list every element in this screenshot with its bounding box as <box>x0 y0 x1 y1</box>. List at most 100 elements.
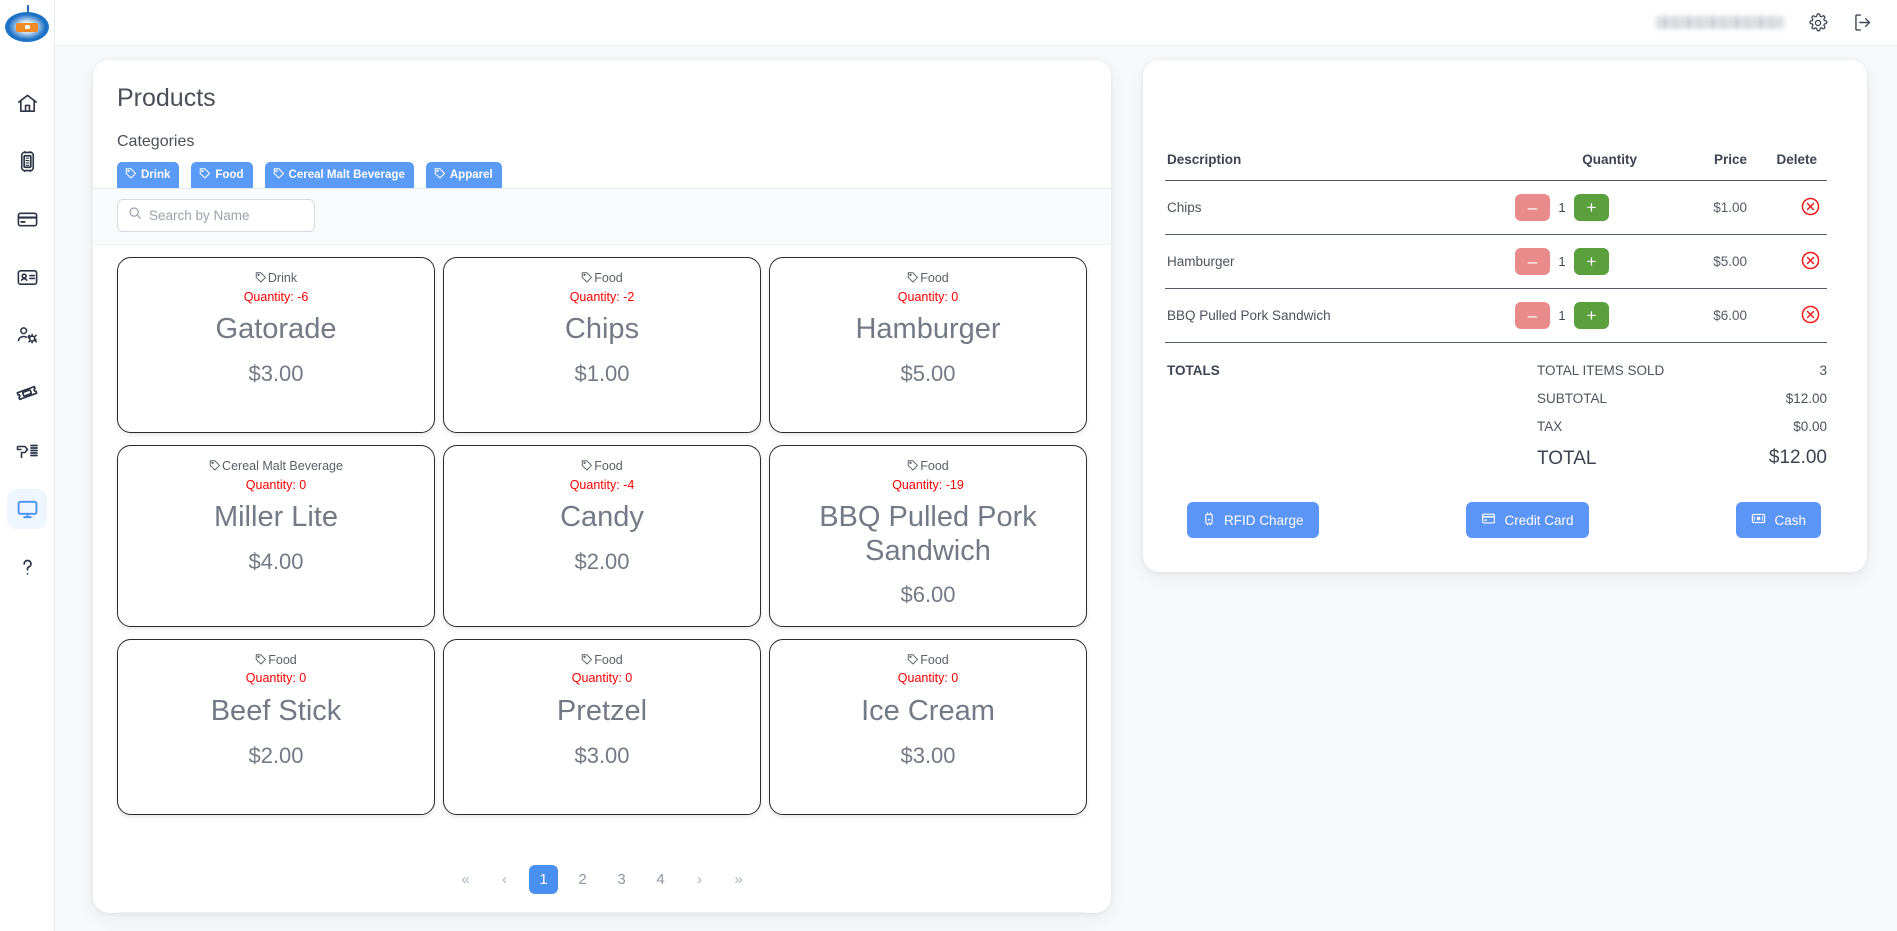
home-icon <box>16 92 39 115</box>
product-card[interactable]: Food Quantity: 0 Ice Cream $3.00 <box>769 638 1087 815</box>
search-input[interactable] <box>149 208 304 223</box>
decrement-button[interactable]: – <box>1515 248 1550 275</box>
barcode-scanner-icon <box>15 439 39 463</box>
grand-total-value: $12.00 <box>1768 446 1827 468</box>
main-content: Products Categories Drink Food Cereal Ma… <box>55 46 1897 931</box>
delete-button[interactable] <box>1800 250 1821 274</box>
total-items-sold-value: 3 <box>1819 363 1827 378</box>
product-card[interactable]: Cereal Malt Beverage Quantity: 0 Miller … <box>117 445 435 627</box>
tag-icon <box>255 271 267 286</box>
total-items-sold-label: TOTAL ITEMS SOLD <box>1537 363 1665 378</box>
cash-button[interactable]: Cash <box>1736 502 1821 539</box>
increment-button[interactable]: + <box>1574 248 1609 275</box>
user-email-label <box>1656 16 1784 29</box>
top-bar <box>55 0 1897 46</box>
product-name: Chips <box>564 313 640 346</box>
product-card[interactable]: Food Quantity: 0 Pretzel $3.00 <box>443 638 761 815</box>
tag-icon <box>581 653 593 668</box>
decrement-button[interactable]: – <box>1515 302 1550 329</box>
product-category-label: Cereal Malt Beverage <box>222 459 343 473</box>
product-category-label: Food <box>920 459 949 473</box>
total-items-sold-row: TOTAL ITEMS SOLD 3 <box>1537 363 1827 380</box>
product-category-label: Food <box>920 652 949 667</box>
pagination-page-1[interactable]: 1 <box>529 865 558 894</box>
category-pill-row: Drink Food Cereal Malt Beverage Apparel <box>93 162 1111 189</box>
product-name: Miller Lite <box>213 501 339 534</box>
pagination-next[interactable]: › <box>685 865 714 894</box>
product-name: Hamburger <box>855 313 1001 346</box>
pagination-first[interactable]: « <box>451 865 480 894</box>
sidebar-item-payments[interactable] <box>7 199 47 239</box>
sidebar-item-register[interactable] <box>7 489 47 529</box>
product-card[interactable]: Drink Quantity: -6 Gatorade $3.00 <box>117 257 435 433</box>
product-card[interactable]: Food Quantity: 0 Beef Stick $2.00 <box>117 638 435 815</box>
product-price: $3.00 <box>574 742 630 768</box>
pagination-prev[interactable]: ‹ <box>490 865 519 894</box>
sidebar-item-terminal[interactable] <box>7 141 47 181</box>
app-logo[interactable] <box>3 5 51 48</box>
category-pill-label: Cereal Malt Beverage <box>288 168 405 181</box>
product-price: $3.00 <box>900 742 956 768</box>
products-grid-wrapper: Drink Quantity: -6 Gatorade $3.00 Food Q… <box>93 245 1111 849</box>
product-category: Food <box>255 653 297 668</box>
decrement-button[interactable]: – <box>1515 194 1550 221</box>
pos-terminal-icon <box>16 150 39 173</box>
subtotal-row: SUBTOTAL $12.00 <box>1537 391 1827 408</box>
category-pill-cereal-malt-beverage[interactable]: Cereal Malt Beverage <box>264 162 414 188</box>
cart-item-description: BBQ Pulled Pork Sandwich <box>1167 308 1331 323</box>
credit-card-icon <box>1481 511 1496 529</box>
close-circle-icon <box>1800 304 1821 328</box>
increment-button[interactable]: + <box>1574 302 1609 329</box>
cart-item-quantity-cell: – 1 + <box>1487 289 1637 343</box>
product-card[interactable]: Food Quantity: -4 Candy $2.00 <box>443 445 761 627</box>
sidebar-item-members[interactable] <box>7 257 47 297</box>
product-price: $4.00 <box>248 548 304 574</box>
cart-item-delete-cell <box>1747 289 1827 343</box>
sidebar-item-tickets[interactable] <box>7 373 47 413</box>
product-price: $2.00 <box>574 548 630 574</box>
pagination-page-3[interactable]: 3 <box>607 865 636 894</box>
sidebar-item-help[interactable] <box>7 547 47 587</box>
category-pill-label: Apparel <box>449 168 493 181</box>
logout-icon[interactable] <box>1852 12 1873 33</box>
ticket-icon <box>15 381 39 405</box>
product-card[interactable]: Food Quantity: -19 BBQ Pulled Pork Sandw… <box>769 445 1087 627</box>
page-title: Products <box>117 84 216 112</box>
product-quantity: Quantity: -2 <box>569 289 635 304</box>
sidebar-item-home[interactable] <box>7 83 47 123</box>
product-category-label: Food <box>268 652 297 667</box>
product-card[interactable]: Food Quantity: -2 Chips $1.00 <box>443 257 761 433</box>
delete-button[interactable] <box>1800 196 1821 220</box>
sidebar-item-staff[interactable] <box>7 315 47 355</box>
delete-button[interactable] <box>1800 304 1821 328</box>
increment-button[interactable]: + <box>1574 194 1609 221</box>
cart-header-row: Description Quantity Price Delete <box>1165 152 1827 181</box>
pagination-page-4[interactable]: 4 <box>646 865 675 894</box>
category-pill-apparel[interactable]: Apparel <box>425 162 502 188</box>
rfid-charge-button[interactable]: RFID Charge <box>1187 502 1319 539</box>
product-category-label: Food <box>920 271 949 285</box>
category-pill-food[interactable]: Food <box>191 162 253 188</box>
grand-total-row: TOTAL $12.00 <box>1537 447 1827 471</box>
table-row: BBQ Pulled Pork Sandwich – 1 + $6.00 <box>1165 288 1827 343</box>
tag-icon <box>199 167 211 182</box>
gear-icon[interactable] <box>1808 12 1828 33</box>
tag-icon <box>255 653 267 668</box>
product-category: Food <box>581 271 623 286</box>
column-header-price: Price <box>1713 152 1747 167</box>
product-quantity: Quantity: 0 <box>897 289 959 304</box>
cart-item-quantity: 1 <box>1558 254 1566 269</box>
product-card[interactable]: Food Quantity: 0 Hamburger $5.00 <box>769 257 1087 433</box>
sidebar-item-scanner[interactable] <box>7 431 47 471</box>
tax-label: TAX <box>1537 418 1563 434</box>
pagination-page-2[interactable]: 2 <box>568 865 597 894</box>
pagination-last[interactable]: » <box>724 865 753 894</box>
credit-card-button[interactable]: Credit Card <box>1466 502 1589 539</box>
totals-section: TOTALS TOTAL ITEMS SOLD 3 SUBTOTAL $12.0… <box>1165 342 1827 470</box>
credit-card-label: Credit Card <box>1504 512 1574 528</box>
search-container[interactable] <box>117 199 315 232</box>
category-pill-drink[interactable]: Drink <box>117 162 180 188</box>
credit-card-icon <box>16 208 39 231</box>
close-circle-icon <box>1800 250 1821 274</box>
categories-label: Categories <box>117 133 195 150</box>
